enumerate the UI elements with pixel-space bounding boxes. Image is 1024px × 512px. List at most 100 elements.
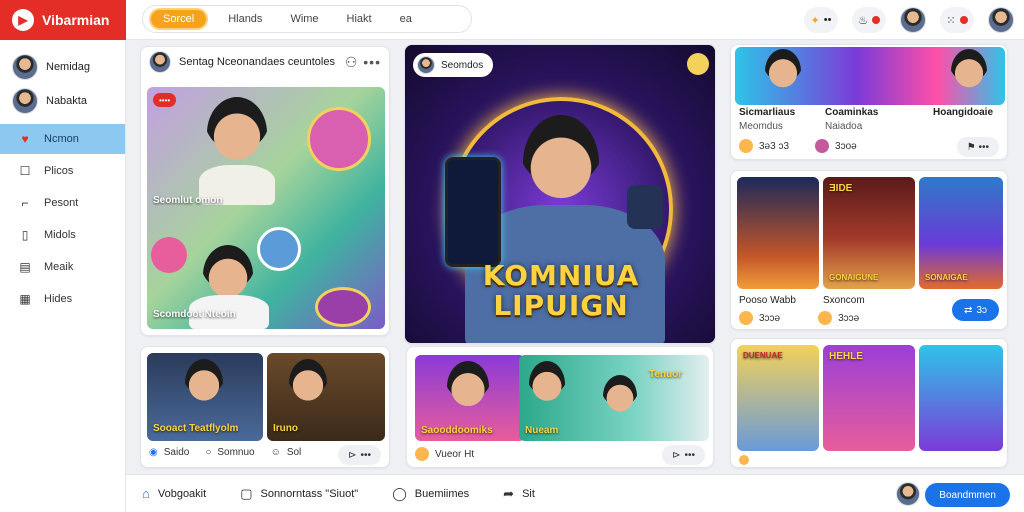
footer-label[interactable]: Somnuo [217, 447, 254, 458]
post-card-2[interactable]: Sooact Teatflyolm Iruno ◉ Saido ○ Somnuo ☺… [140, 346, 390, 468]
coin-icon[interactable] [687, 53, 709, 75]
sidebar-item-plicos[interactable]: ☐ Plicos [0, 156, 125, 186]
games-footer: 3ɔɔə 3ɔɔə [739, 311, 859, 325]
games-cta-button[interactable]: ⇄ 3ɔ [952, 299, 999, 321]
sidebar-user-label: Nemidag [46, 61, 91, 73]
bell-icon: ♨ [858, 14, 868, 27]
avatar[interactable] [900, 7, 926, 33]
avatar[interactable] [896, 482, 920, 506]
apps-button[interactable]: ⁙ [940, 7, 974, 33]
profiles-card[interactable]: Sicmarliaus Coaminkas Hoangidoaie Meomdu… [730, 44, 1008, 160]
bottom-item-messages[interactable]: ◯ Buemiimes [392, 486, 469, 502]
sidebar-user-1[interactable]: Nemidag [0, 50, 125, 84]
card-title: Sentag Nceonandaes ceuntoles [179, 56, 335, 68]
game-thumb-2[interactable]: ƎIDE GONAIGUNE [823, 177, 915, 289]
games-card-2[interactable]: DUENUAE HEHLE [730, 338, 1008, 468]
grid-icon: ▤ [19, 260, 31, 274]
tab-hlands[interactable]: Hlands [220, 9, 270, 29]
list-icon: ▦ [19, 292, 31, 306]
bottom-item-comments[interactable]: ▢ Sonnorntass "Siuot" [240, 486, 358, 502]
brand-play-icon: ▶ [12, 9, 34, 31]
person-image [765, 49, 801, 93]
sticker-circle [257, 227, 301, 271]
footer-label[interactable]: Vueor Ht [435, 449, 474, 460]
game-thumb-3[interactable]: SONAIGAE [919, 177, 1003, 289]
game-thumb-1[interactable] [737, 177, 819, 289]
chat-icon: ☺ [270, 447, 281, 458]
game-thumb-6[interactable] [919, 345, 1003, 451]
header-pill: Seomdos [413, 53, 494, 77]
card-header: Sentag Nceonandaes ceuntoles ⚇ ••• [141, 47, 389, 77]
video-caption: Iruno [273, 423, 298, 434]
more-dots-icon: •• [823, 14, 832, 26]
stat-value: 3ɔoə [835, 140, 857, 152]
game-thumb-5[interactable]: HEHLE [823, 345, 915, 451]
notification-dot [871, 16, 880, 24]
profiles-more-button[interactable]: ⚑ ••• [956, 137, 999, 157]
sidebar: Nemidag Nabakta ♥ Ncmon ☐ Plicos ⌐ Pesont ▯… [0, 40, 126, 512]
card-footer: ◉ Saido ○ Somnuo ☺ Sol [149, 447, 301, 458]
live-badge: •••• [153, 93, 177, 107]
featured-card[interactable]: Seomdos KOMNIUA LIPUIGN [404, 44, 716, 344]
card-footer: Vueor Ht [415, 447, 474, 461]
post-card-1[interactable]: Sentag Nceonandaes ceuntoles ⚇ ••• •••• … [140, 46, 390, 336]
profile-sub-2: Naiadoa [825, 121, 863, 132]
tab-hiakt[interactable]: Hiakt [339, 9, 380, 29]
featured-image[interactable]: Seomdos KOMNIUA LIPUIGN [405, 45, 715, 343]
video-thumb-3[interactable]: Saooddoomiks [415, 355, 525, 441]
sidebar-item-hides[interactable]: ▦ Hides [0, 284, 125, 314]
sidebar-item-label: Meaik [44, 261, 74, 273]
more-options-icon[interactable]: ⚇ ••• [345, 54, 381, 71]
boost-button[interactable]: ✦ •• [804, 7, 838, 33]
post-image[interactable]: •••• Seomlut omon Scomdoot Nteoin [147, 87, 385, 329]
avatar[interactable] [149, 51, 171, 73]
bottom-item-share[interactable]: ➦ Sit [503, 486, 535, 502]
profile-name-1[interactable]: Sicmarliaus [739, 107, 795, 118]
file-icon: ⌐ [21, 196, 29, 210]
stat-value: 3ɔɔə [759, 312, 781, 324]
avatar [739, 455, 749, 465]
tab-sorcel[interactable]: Sorcel [149, 8, 209, 30]
avatar [815, 139, 830, 153]
sidebar-item-midols[interactable]: ▯ Midols [0, 220, 125, 250]
home-icon: ⌂ [142, 486, 150, 501]
brand[interactable]: ▶ Vibarmian [0, 0, 126, 40]
game-name-2[interactable]: Sxoncom [823, 295, 865, 306]
profile-name-2[interactable]: Coaminkas [825, 107, 878, 118]
avatar [417, 56, 435, 74]
sidebar-item-meaik[interactable]: ▤ Meaik [0, 252, 125, 282]
profile-name-3[interactable]: Hoangidoaie [933, 107, 993, 118]
notifications-button[interactable]: ♨ [852, 7, 886, 33]
sidebar-item-label: Plicos [44, 165, 74, 177]
bottom-cta-button[interactable]: Boandmmen [925, 483, 1010, 507]
sidebar-item-pesont[interactable]: ⌐ Pesont [0, 188, 125, 218]
card-more-button[interactable]: ⊳ ••• [662, 445, 705, 465]
post-card-3[interactable]: Saooddoomiks Tenuor Nueam Vueor Ht ⊳ ••• [406, 346, 714, 468]
grid-icon: ⁙ [946, 14, 956, 27]
video-thumb-2[interactable]: Iruno [267, 353, 385, 441]
chat-square-icon: ▢ [240, 485, 253, 501]
page-icon: ▯ [21, 228, 29, 242]
featured-header: Seomdos [441, 59, 484, 71]
tab-ea[interactable]: ea [392, 9, 420, 29]
bottom-item-home[interactable]: ⌂ Vobgoakit [142, 486, 206, 501]
profile-avatar[interactable] [988, 7, 1014, 33]
video-thumb-1[interactable]: Sooact Teatflyolm [147, 353, 263, 441]
tab-wime[interactable]: Wime [282, 9, 326, 29]
footer-label[interactable]: Saido [164, 447, 190, 458]
person-image [447, 361, 489, 413]
circle-icon: ○ [205, 447, 212, 458]
video-thumb-4[interactable]: Tenuor Nueam [519, 355, 709, 441]
sidebar-user-2[interactable]: Nabakta [0, 84, 125, 118]
game-name-1[interactable]: Pooso Wabb [739, 295, 796, 306]
card-more-button[interactable]: ⊳ ••• [338, 445, 381, 465]
game-thumb-4[interactable]: DUENUAE [737, 345, 819, 451]
footer-label[interactable]: Sol [287, 447, 301, 458]
cta-label: 3ɔ [976, 304, 987, 316]
thumb-label: ƎIDE [829, 183, 853, 194]
sidebar-item-ncmon[interactable]: ♥ Ncmon [0, 124, 125, 154]
thumb-label: HEHLE [829, 351, 863, 362]
games-card[interactable]: ƎIDE GONAIGUNE SONAIGAE Pooso Wabb Sxonc… [730, 170, 1008, 330]
sticker-circle [151, 237, 187, 273]
card-footer [739, 455, 749, 465]
